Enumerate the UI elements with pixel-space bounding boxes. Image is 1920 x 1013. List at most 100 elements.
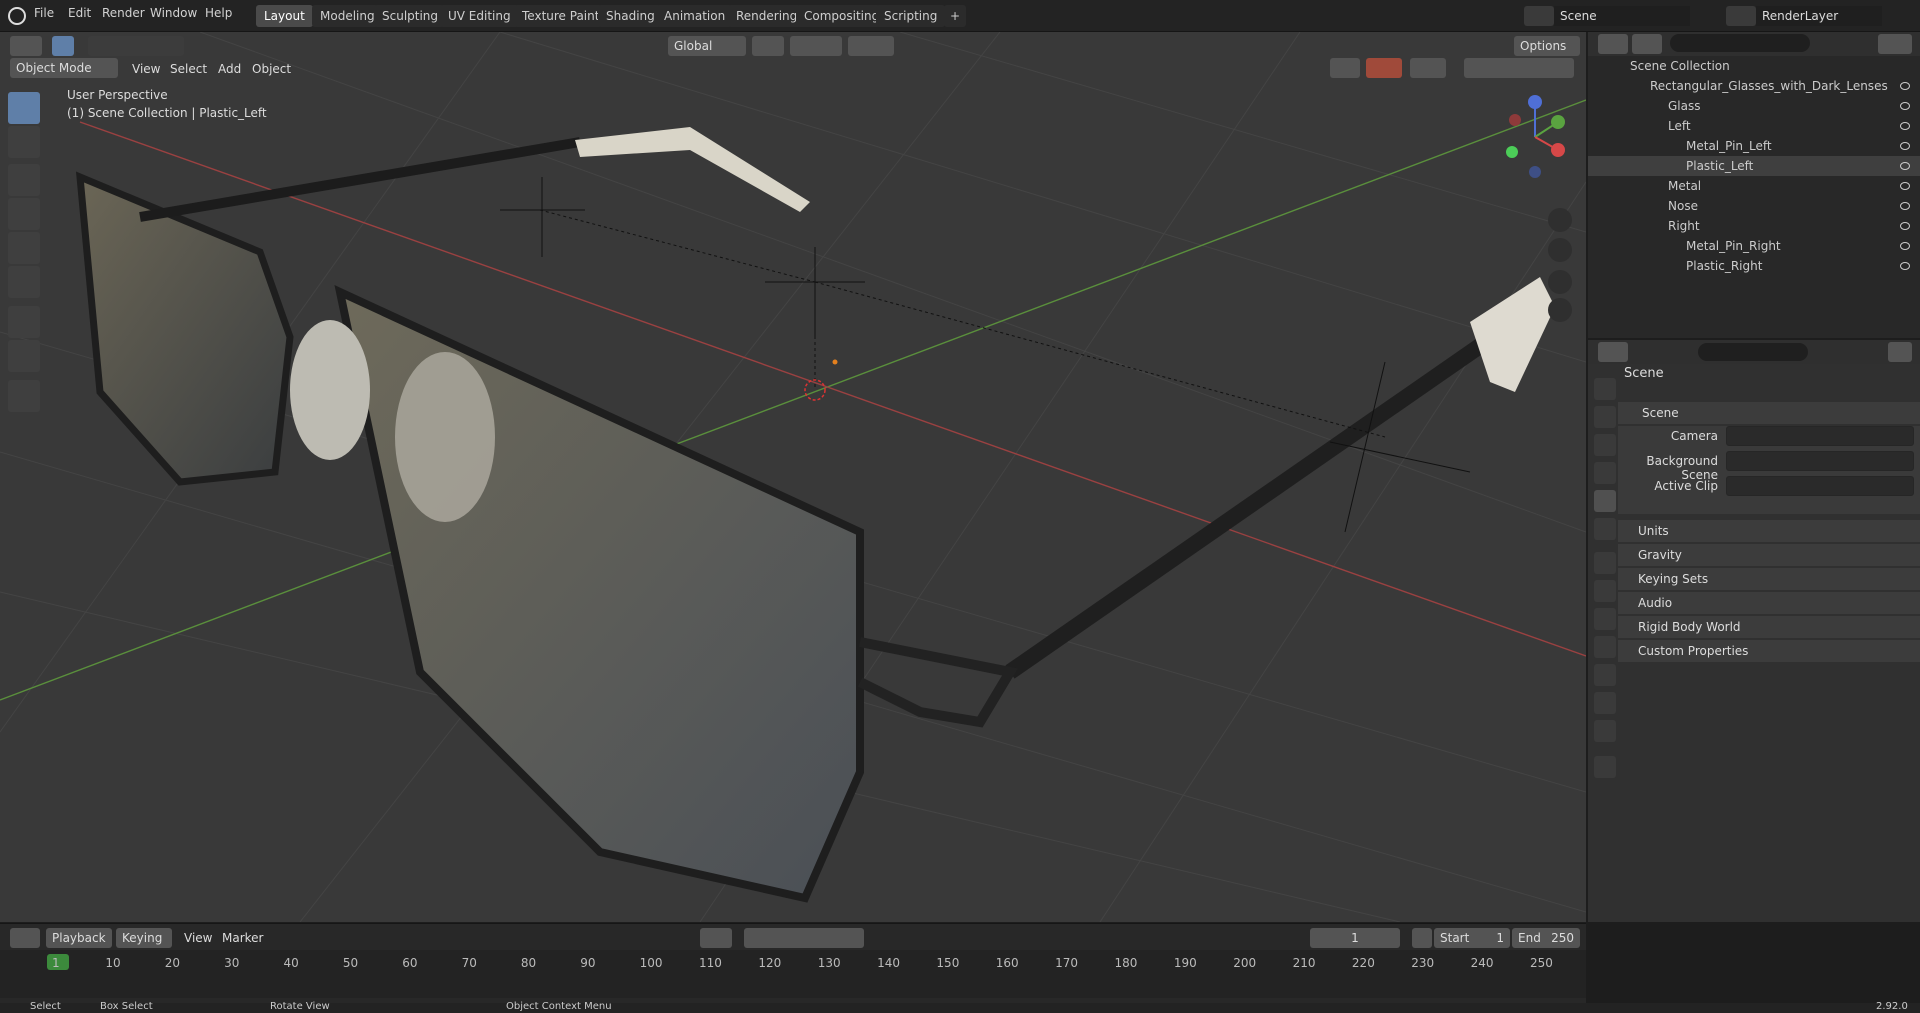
scene-browse-icon[interactable] <box>1524 6 1554 26</box>
tab-sculpting[interactable]: Sculpting <box>374 5 447 27</box>
current-frame-field[interactable]: 1 <box>1310 928 1400 948</box>
annotate-tool-icon[interactable] <box>8 306 40 338</box>
menu-object[interactable]: Object <box>252 62 291 76</box>
options-dropdown[interactable]: Options <box>1514 36 1580 56</box>
tab-scripting[interactable]: Scripting <box>876 5 946 27</box>
panel-keying-sets[interactable]: Keying Sets <box>1618 568 1920 590</box>
visibility-eye-icon[interactable] <box>1900 162 1910 170</box>
tab-modeling[interactable]: Modeling <box>312 5 383 27</box>
render-tab-icon[interactable] <box>1594 406 1616 428</box>
playback-controls[interactable] <box>744 928 864 948</box>
scale-tool-icon[interactable] <box>8 232 40 264</box>
panel-custom-properties[interactable]: Custom Properties <box>1618 640 1920 662</box>
object-tab-icon[interactable] <box>1594 552 1616 574</box>
rotate-tool-icon[interactable] <box>8 198 40 230</box>
panel-audio[interactable]: Audio <box>1618 592 1920 614</box>
view-layer-browse-icon[interactable] <box>1726 6 1756 26</box>
particles-tab-icon[interactable] <box>1594 608 1616 630</box>
shading-mode-icons[interactable] <box>1464 58 1574 78</box>
outliner-item[interactable]: Nose <box>1588 196 1920 216</box>
add-workspace-button[interactable]: + <box>944 5 967 27</box>
panel-scene[interactable]: Scene <box>1618 402 1920 424</box>
menu-window[interactable]: Window <box>150 6 197 20</box>
object-mode-dropdown[interactable]: Object Mode <box>10 58 118 78</box>
menu-edit[interactable]: Edit <box>68 6 91 20</box>
outliner-item[interactable]: Metal_Pin_Right <box>1588 236 1920 256</box>
camera-view-icon[interactable] <box>1548 270 1572 294</box>
outliner[interactable]: Scene Collection Rectangular_Glasses_wit… <box>1588 32 1920 338</box>
orientation-dropdown[interactable]: Global <box>668 36 746 56</box>
tab-shading[interactable]: Shading <box>598 5 663 27</box>
outliner-item[interactable]: Rectangular_Glasses_with_Dark_Lenses <box>1588 76 1920 96</box>
end-frame-field[interactable]: End 250 <box>1512 928 1580 948</box>
menu-render[interactable]: Render <box>102 6 145 20</box>
tool-tab-icon[interactable] <box>1594 378 1616 400</box>
visibility-icon[interactable] <box>1330 58 1360 78</box>
properties-search-input[interactable] <box>1698 343 1808 361</box>
properties-editor-icon[interactable] <box>1598 342 1628 362</box>
frame-ruler[interactable]: 1 10 20 30 40 50 60 70 80 90 100 110 120 130 140 150 160… <box>0 950 1586 998</box>
scene-tab-icon[interactable] <box>1594 490 1616 512</box>
visibility-eye-icon[interactable] <box>1900 82 1910 90</box>
proportional-edit-icon[interactable] <box>848 36 894 56</box>
tab-animation[interactable]: Animation <box>656 5 734 27</box>
keying-menu[interactable]: Keying <box>116 928 172 948</box>
transform-tool-icon[interactable] <box>8 266 40 298</box>
menu-select[interactable]: Select <box>170 62 207 76</box>
tweak-tool-icon[interactable] <box>8 92 40 124</box>
camera-field[interactable] <box>1726 426 1914 446</box>
material-tab-icon[interactable] <box>1594 720 1616 742</box>
outliner-editor-icon[interactable] <box>1598 34 1628 54</box>
editor-type-icon[interactable] <box>10 36 42 56</box>
selection-mode-icons[interactable] <box>88 36 184 56</box>
panel-gravity[interactable]: Gravity <box>1618 544 1920 566</box>
zoom-icon[interactable] <box>1548 208 1572 232</box>
measure-tool-icon[interactable] <box>8 340 40 372</box>
outliner-search-input[interactable] <box>1670 34 1810 52</box>
visibility-eye-icon[interactable] <box>1900 242 1910 250</box>
menu-view[interactable]: View <box>132 62 160 76</box>
tab-layout[interactable]: Layout <box>256 5 313 27</box>
blender-logo-icon[interactable] <box>8 7 26 25</box>
active-clip-field[interactable] <box>1726 476 1914 496</box>
tab-uv-editing[interactable]: UV Editing <box>440 5 519 27</box>
gizmo-icon[interactable] <box>1366 58 1402 78</box>
modifier-tab-icon[interactable] <box>1594 580 1616 602</box>
properties-options-icon[interactable] <box>1888 342 1912 362</box>
visibility-eye-icon[interactable] <box>1900 122 1910 130</box>
perspective-toggle-icon[interactable] <box>1548 298 1572 322</box>
visibility-eye-icon[interactable] <box>1900 222 1910 230</box>
timeline[interactable]: Playback Keying View Marker 1 Start 1 End… <box>0 923 1586 1003</box>
outliner-item[interactable]: Plastic_Left <box>1588 156 1920 176</box>
add-cube-tool-icon[interactable] <box>8 380 40 412</box>
background-scene-field[interactable] <box>1726 451 1914 471</box>
visibility-eye-icon[interactable] <box>1900 102 1910 110</box>
start-frame-field[interactable]: Start 1 <box>1434 928 1510 948</box>
tab-compositing[interactable]: Compositing <box>796 5 888 27</box>
physics-tab-icon[interactable] <box>1594 636 1616 658</box>
visibility-eye-icon[interactable] <box>1900 142 1910 150</box>
pivot-icon[interactable] <box>752 36 784 56</box>
world-tab-icon[interactable] <box>1594 518 1616 540</box>
record-icon[interactable] <box>700 928 732 948</box>
filter-icon[interactable] <box>1878 34 1912 54</box>
menu-add[interactable]: Add <box>218 62 241 76</box>
cursor-tool-icon[interactable] <box>8 126 40 158</box>
navigation-gizmo[interactable] <box>1500 92 1570 192</box>
outliner-item[interactable]: Plastic_Right <box>1588 256 1920 276</box>
output-tab-icon[interactable] <box>1594 434 1616 456</box>
outliner-item[interactable]: Right <box>1588 216 1920 236</box>
visibility-eye-icon[interactable] <box>1900 202 1910 210</box>
outliner-item[interactable]: Left <box>1588 116 1920 136</box>
overlay-icon[interactable] <box>1410 58 1446 78</box>
tab-texture-paint[interactable]: Texture Paint <box>514 5 608 27</box>
stopwatch-icon[interactable] <box>1412 928 1432 948</box>
panel-rigid-body-world[interactable]: Rigid Body World <box>1618 616 1920 638</box>
outliner-item[interactable]: Metal_Pin_Left <box>1588 136 1920 156</box>
playback-menu[interactable]: Playback <box>46 928 112 948</box>
data-tab-icon[interactable] <box>1594 692 1616 714</box>
scene-name-field[interactable]: Scene <box>1554 6 1690 26</box>
display-mode-icon[interactable] <box>1632 34 1662 54</box>
outliner-root[interactable]: Scene Collection <box>1588 56 1920 76</box>
constraints-tab-icon[interactable] <box>1594 664 1616 686</box>
